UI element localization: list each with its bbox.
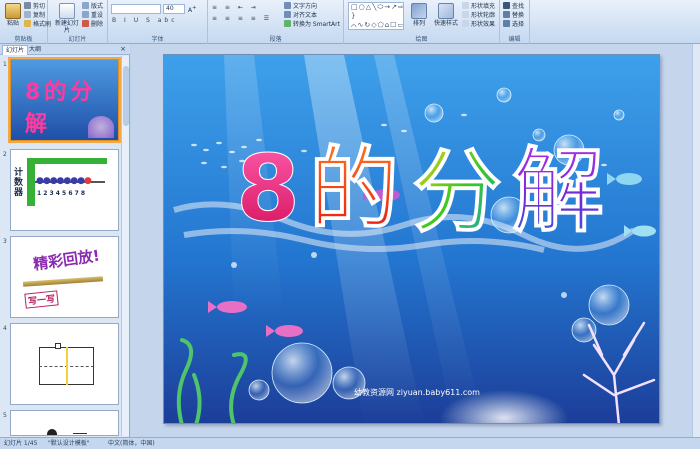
abacus-digits: 1 2 3 4 5 6 7 8 — [37, 190, 86, 197]
slide-thumbnail-3[interactable]: 精彩回放! 写一写 — [10, 236, 119, 318]
reset-icon — [82, 11, 89, 18]
replace-button[interactable]: 替换 — [503, 11, 524, 20]
select-button[interactable]: 选择 — [503, 20, 524, 29]
reset-button[interactable]: 重设 — [82, 11, 103, 20]
thumb-small-square — [55, 343, 61, 349]
thumbnail-scrollbar[interactable] — [121, 56, 129, 436]
title-char-2: 的 — [309, 137, 399, 242]
thumb-number: 4 — [3, 325, 7, 332]
align-text-icon — [284, 11, 291, 18]
slide-workspace: 8 的 分 解 幼教资源网 ziyuan.baby611.com — [131, 44, 700, 437]
slide-canvas: 8 的 分 解 幼教资源网 ziyuan.baby611.com — [164, 55, 659, 423]
align-text-button[interactable]: 对齐文本 — [284, 11, 317, 20]
cut-button[interactable]: 剪切 — [24, 2, 45, 11]
thumb-number: 3 — [3, 238, 7, 245]
slide-counter: 幻灯片 1/45 — [4, 440, 38, 447]
main-slide[interactable]: 8 的 分 解 幼教资源网 ziyuan.baby611.com — [163, 54, 660, 424]
slides-group: 新建幻灯片 版式 重设 删除 幻灯片 — [48, 0, 108, 44]
align-buttons-row[interactable]: ≡ ≡ ≡ ≡ ☰ — [212, 14, 272, 23]
tab-outline[interactable]: 大纲 — [26, 45, 44, 55]
slide-thumbnail-panel: 幻灯片 大纲 × 1 8的分解 2 计数器 ●●●●●●●● 1 2 3 4 5… — [0, 44, 130, 437]
grow-font-button[interactable]: A+ — [188, 4, 196, 14]
title-char-3: 分 — [412, 140, 502, 245]
drawing-group: □○△╲⬭→↗⇨☆{ }⌒∿↻◇⬠⌂☐▭ 排列 快速样式 形状填充 形状轮廓 形… — [344, 0, 500, 44]
thumb-coral — [88, 116, 114, 138]
replace-icon — [503, 11, 510, 18]
brush-icon — [24, 20, 31, 27]
thumb-line — [73, 433, 87, 434]
effects-icon — [462, 20, 469, 27]
smartart-button[interactable]: 转换为 SmartArt — [284, 20, 340, 29]
delete-slide-button[interactable]: 删除 — [82, 20, 103, 29]
format-painter-button[interactable]: 格式刷 — [24, 20, 51, 29]
new-slide-button[interactable]: 新建幻灯片 — [54, 2, 80, 34]
slide-thumbnail-2[interactable]: 计数器 ●●●●●●●● 1 2 3 4 5 6 7 8 — [10, 149, 119, 231]
tab-slides[interactable]: 幻灯片 — [2, 45, 29, 55]
list-buttons-row[interactable]: ≡ ≡ ⇤ ⇥ — [212, 3, 259, 12]
font-group: 40 A+ B I U S abc 字体 — [108, 0, 208, 44]
language-indicator[interactable]: 中文(简体，中国) — [108, 438, 155, 449]
font-format-row[interactable]: B I U S abc — [112, 16, 178, 25]
ribbon: 粘贴 剪切 复制 格式刷 剪贴板 新建幻灯片 版式 重设 删除 幻灯片 40 A… — [0, 0, 700, 44]
paste-icon — [5, 3, 21, 19]
text-direction-button[interactable]: 文字方向 — [284, 2, 317, 11]
editing-group: 查找 替换 选择 编辑 — [500, 0, 530, 44]
panel-tabs: 幻灯片 大纲 × — [0, 44, 130, 55]
thumb-number: 2 — [3, 151, 7, 158]
theme-name: "默认设计模板" — [48, 440, 90, 447]
find-button[interactable]: 查找 — [503, 2, 524, 11]
shape-fill-button[interactable]: 形状填充 — [462, 2, 495, 11]
watermark-text: 幼教资源网 ziyuan.baby611.com — [354, 387, 480, 397]
quick-styles-icon — [438, 3, 454, 19]
title-char-4: 解 — [512, 138, 604, 245]
pencil-shape — [22, 276, 104, 287]
thumb-title: 精彩回放! — [32, 246, 101, 274]
slide-thumbnail-1[interactable]: 8的分解 — [8, 57, 121, 143]
thumb-yellow-line — [66, 347, 68, 385]
layout-button[interactable]: 版式 — [82, 2, 103, 11]
scrollbar-thumb[interactable] — [123, 66, 129, 126]
slide-thumbnail-4[interactable] — [10, 323, 119, 405]
copy-icon — [24, 11, 31, 18]
new-slide-icon — [59, 3, 75, 19]
thumb-subtitle: 写一写 — [24, 290, 59, 309]
thumb-shape — [47, 429, 57, 435]
copy-button[interactable]: 复制 — [24, 11, 45, 20]
abacus-frame — [27, 158, 35, 206]
slide-thumbnail-5[interactable] — [10, 410, 119, 436]
thumb-number: 5 — [3, 412, 7, 419]
font-name-box[interactable] — [111, 4, 161, 14]
outline-icon — [462, 11, 469, 18]
status-bar: 幻灯片 1/45 "默认设计模板" 中文(简体，中国) — [0, 437, 700, 449]
shape-outline-button[interactable]: 形状轮廓 — [462, 11, 495, 20]
paste-button[interactable]: 粘贴 — [2, 2, 24, 32]
fill-icon — [462, 2, 469, 9]
quick-styles-button[interactable]: 快速样式 — [432, 2, 460, 32]
arrange-icon — [411, 3, 427, 19]
font-size-box[interactable]: 40 — [163, 4, 185, 14]
title-char-1: 8 — [236, 135, 300, 242]
text-direction-icon — [284, 2, 291, 9]
shapes-gallery[interactable]: □○△╲⬭→↗⇨☆{ }⌒∿↻◇⬠⌂☐▭ — [348, 2, 404, 30]
paragraph-group: ≡ ≡ ⇤ ⇥ ≡ ≡ ≡ ≡ ☰ 文字方向 对齐文本 转换为 SmartArt… — [208, 0, 344, 44]
arrange-button[interactable]: 排列 — [408, 2, 430, 32]
layout-icon — [82, 2, 89, 9]
shape-effects-button[interactable]: 形状效果 — [462, 20, 495, 29]
clipboard-group: 粘贴 剪切 复制 格式刷 剪贴板 — [0, 0, 51, 44]
smartart-icon — [284, 20, 291, 27]
abacus-beads: ●●●●●●●● — [36, 176, 92, 186]
binoculars-icon — [503, 2, 510, 9]
thumb-number: 1 — [3, 61, 7, 68]
cursor-icon — [503, 20, 510, 27]
slide-scrollbar[interactable] — [692, 44, 700, 437]
abacus-label: 计数器 — [14, 168, 24, 198]
close-icon[interactable]: × — [120, 45, 126, 54]
scissors-icon — [24, 2, 31, 9]
abacus-top-bar — [27, 158, 107, 164]
delete-icon — [82, 20, 89, 27]
